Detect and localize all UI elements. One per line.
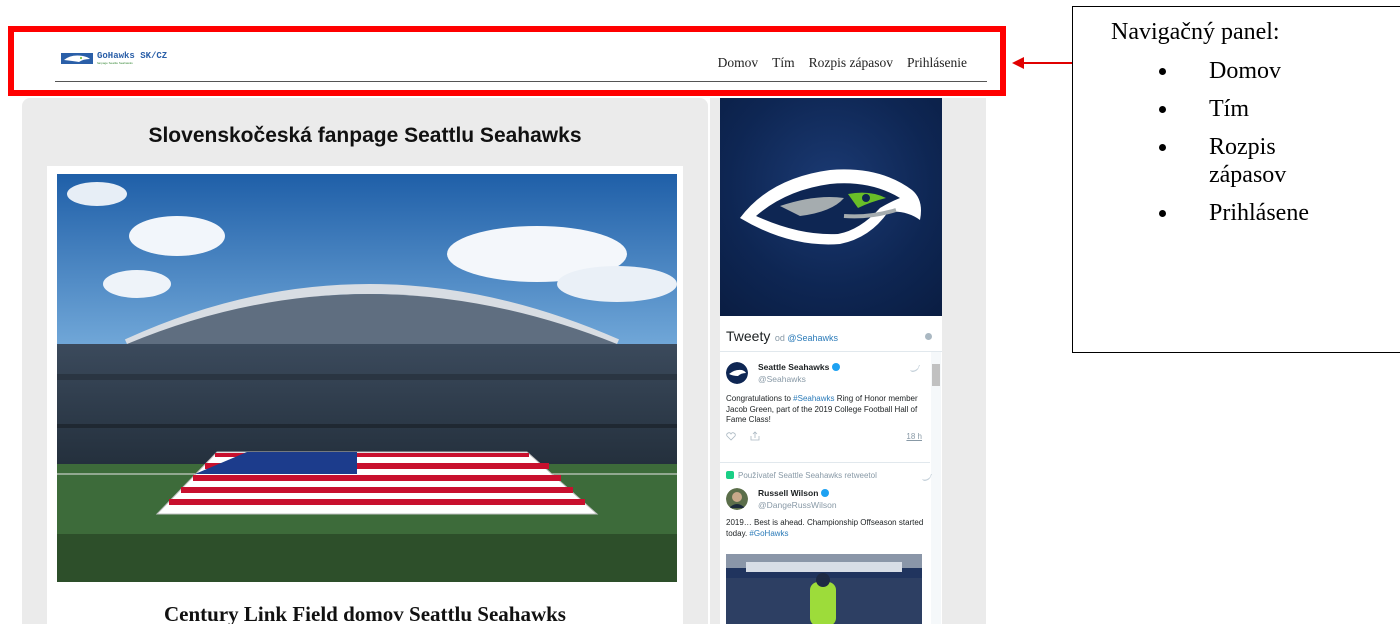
- annotation-item: Domov: [1159, 57, 1339, 85]
- site-logo[interactable]: GoHawks SK/CZ fanpage Seattle Seahawks: [61, 50, 167, 66]
- stadium-photo: [57, 174, 677, 582]
- photo-card: Century Link Field domov Seattlu Seahawk…: [47, 166, 683, 624]
- annotation-arrow-head: [1012, 57, 1024, 69]
- tweet-author-handle[interactable]: @DangeRussWilson: [758, 500, 837, 510]
- share-icon[interactable]: [750, 431, 760, 441]
- verified-badge-icon: [821, 489, 830, 497]
- tweet-author-handle[interactable]: @Seahawks: [758, 374, 806, 384]
- twitter-bird-icon[interactable]: [910, 364, 920, 372]
- tweet-item[interactable]: Seattle Seahawks @Seahawks Congratulatio…: [720, 352, 930, 462]
- nav-item-prihlasenie[interactable]: Prihlásenie: [907, 55, 967, 71]
- twitter-bird-icon[interactable]: [922, 473, 932, 481]
- twitter-timeline-title: Tweety: [726, 328, 771, 344]
- tweet-author-name-text: Seattle Seahawks: [758, 362, 830, 372]
- heart-icon[interactable]: [726, 431, 736, 441]
- annotation-item: Tím: [1159, 95, 1339, 123]
- tweet-author-name[interactable]: Russell Wilson: [758, 488, 830, 498]
- stadium-illustration: [57, 174, 677, 582]
- retweet-icon: [726, 471, 734, 479]
- hashtag-link[interactable]: #GoHawks: [749, 529, 788, 538]
- tweet-media-image[interactable]: [726, 554, 922, 624]
- tweet-item[interactable]: Russell Wilson @DangeRussWilson 2019… Be…: [720, 484, 930, 554]
- nav-item-rozpis-zapasov[interactable]: Rozpis zápasov: [809, 55, 893, 71]
- scrollbar-thumb[interactable]: [932, 364, 940, 386]
- page-title: Slovenskočeská fanpage Seattlu Seahawks: [148, 124, 582, 147]
- photo-caption: Century Link Field domov Seattlu Seahawk…: [164, 602, 566, 624]
- tweet-divider: [720, 462, 930, 463]
- hashtag-link[interactable]: #Seahawks: [793, 394, 834, 403]
- tweet-text: 2019… Best is ahead. Championship Offsea…: [726, 518, 926, 539]
- tweet-author-name[interactable]: Seattle Seahawks: [758, 362, 841, 372]
- tweet-text: Congratulations to #Seahawks Ring of Hon…: [726, 394, 926, 426]
- logo-text: GoHawks SK/CZ: [97, 51, 168, 61]
- info-icon[interactable]: [925, 333, 932, 340]
- nav-links: Domov Tím Rozpis zápasov Prihlásenie: [718, 55, 967, 71]
- annotation-list: Domov Tím Rozpis zápasov Prihlásene: [1159, 57, 1339, 237]
- nav-item-tim[interactable]: Tím: [772, 55, 795, 71]
- seahawks-banner: [720, 98, 942, 316]
- timeline-scrollbar[interactable]: [931, 352, 941, 624]
- annotation-title: Navigačný panel:: [1111, 19, 1280, 45]
- tweet-author-name-text: Russell Wilson: [758, 488, 819, 498]
- annotation-box: Navigačný panel: Domov Tím Rozpis zápaso…: [1072, 6, 1400, 353]
- twitter-timeline-header: Tweety od @Seahawks: [720, 316, 942, 352]
- seahawks-avatar-icon[interactable]: [726, 362, 748, 384]
- annotation-arrow-line: [1016, 62, 1072, 64]
- retweet-label: Používateľ Seattle Seahawks retweetol: [738, 471, 877, 480]
- twitter-timeline-by: od @Seahawks: [775, 333, 838, 343]
- twitter-profile-link[interactable]: @Seahawks: [787, 333, 838, 343]
- twitter-timeline[interactable]: Tweety od @Seahawks Seattle Seahawks @Se…: [720, 316, 942, 624]
- twitter-by-label: od: [774, 333, 785, 343]
- avatar[interactable]: [726, 488, 748, 510]
- tweet-text-part: Congratulations to: [726, 394, 794, 403]
- logo-tagline: fanpage Seattle Seahawks: [97, 61, 133, 65]
- main-content: Slovenskočeská fanpage Seattlu Seahawks: [22, 98, 708, 624]
- nav-item-domov[interactable]: Domov: [718, 55, 759, 71]
- retweet-indicator: Používateľ Seattle Seahawks retweetol: [726, 471, 877, 480]
- sidebar: Tweety od @Seahawks Seattle Seahawks @Se…: [710, 98, 986, 624]
- navigation-bar: GoHawks SK/CZ fanpage Seattle Seahawks D…: [55, 44, 987, 82]
- annotation-item: Prihlásene: [1159, 199, 1339, 227]
- annotation-item: Rozpis zápasov: [1159, 133, 1339, 189]
- seahawks-logo-icon: [740, 169, 921, 245]
- tweet-media-illustration: [726, 554, 922, 624]
- tweet-timestamp[interactable]: 18 h: [906, 432, 922, 441]
- seahawks-logo-icon: [61, 53, 93, 64]
- verified-badge-icon: [832, 363, 841, 371]
